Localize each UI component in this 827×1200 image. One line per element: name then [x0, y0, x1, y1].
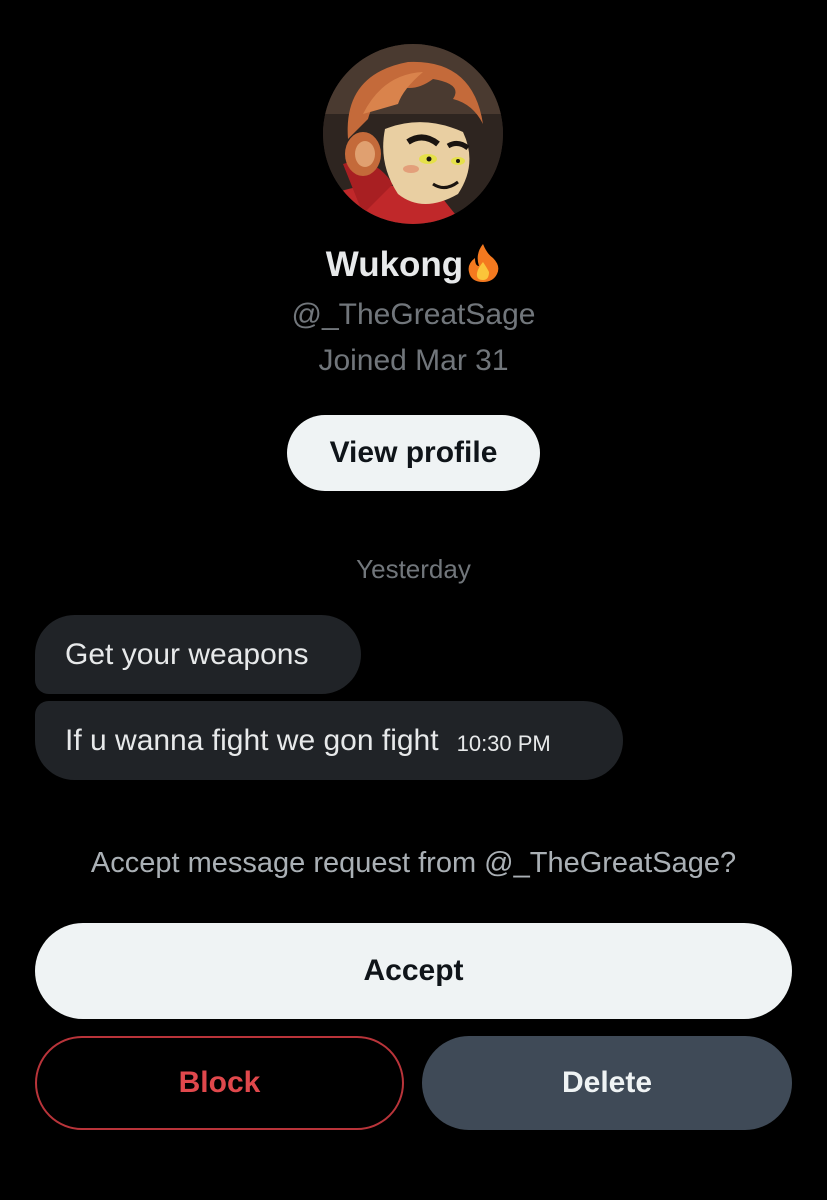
avatar-image: [323, 44, 503, 224]
fire-icon: [465, 242, 501, 282]
block-button[interactable]: Block: [35, 1036, 404, 1130]
display-name-text: Wukong: [325, 245, 464, 284]
message-bubble[interactable]: If u wanna fight we gon fight 10:30 PM: [35, 701, 623, 780]
date-divider: Yesterday: [356, 554, 471, 584]
message-request-prompt: Accept message request from @_TheGreatSa…: [90, 847, 737, 879]
joined-date: Joined Mar 31: [318, 344, 509, 377]
delete-button[interactable]: Delete: [422, 1036, 792, 1130]
profile-display-name: Wukong: [0, 242, 827, 288]
avatar[interactable]: [323, 44, 503, 224]
message-text: If u wanna fight we gon fight: [65, 723, 439, 757]
message-timestamp: 10:30 PM: [456, 730, 551, 756]
message-text: Get your weapons: [65, 637, 309, 671]
message-bubble[interactable]: Get your weapons: [35, 615, 361, 694]
profile-handle: @_TheGreatSage: [291, 298, 536, 331]
view-profile-button[interactable]: View profile: [287, 415, 540, 491]
accept-button[interactable]: Accept: [35, 923, 792, 1019]
